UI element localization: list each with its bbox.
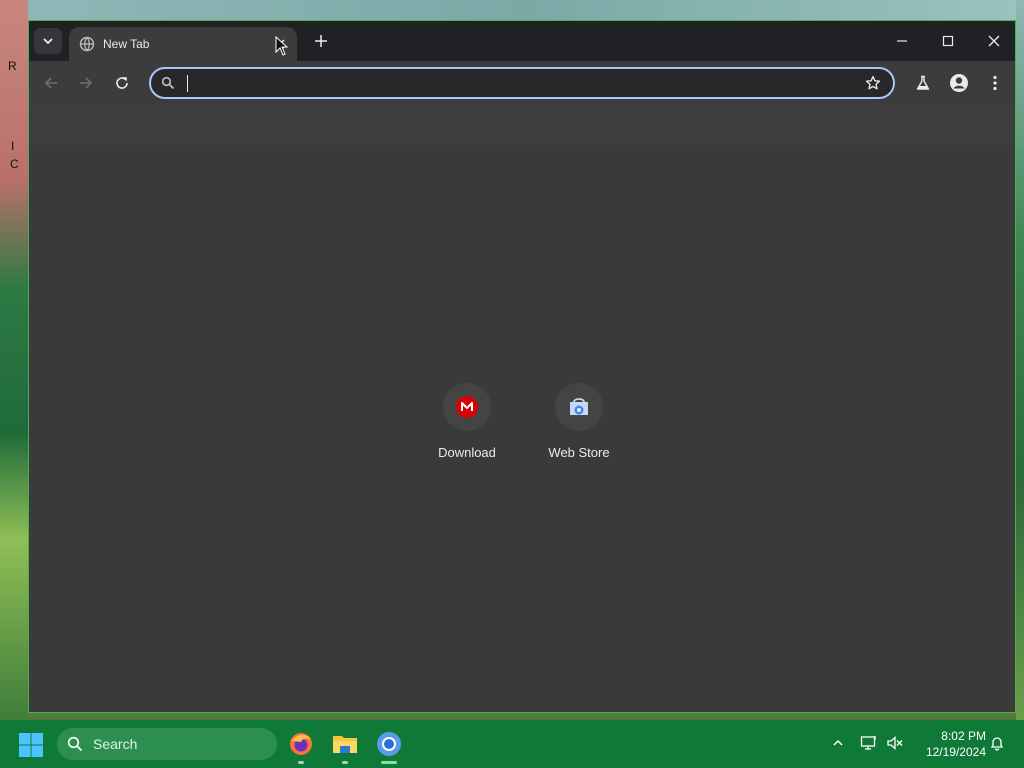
toolbar: [29, 61, 1015, 105]
desktop-partial-text: C: [10, 157, 19, 171]
windows-logo-icon: [19, 733, 43, 757]
chevron-up-icon: [833, 739, 843, 746]
maximize-button[interactable]: [925, 25, 971, 57]
volume-status[interactable]: [884, 732, 906, 754]
minimize-button[interactable]: [879, 25, 925, 57]
maximize-icon: [942, 35, 954, 47]
show-hidden-icons-button[interactable]: [827, 732, 849, 754]
back-button[interactable]: [37, 69, 65, 97]
tab-new-tab[interactable]: New Tab: [69, 27, 297, 61]
taskbar-search[interactable]: Search: [57, 728, 277, 760]
taskbar-app-chromium[interactable]: [373, 728, 405, 764]
profile-button[interactable]: [945, 69, 973, 97]
desktop-partial-text: I: [11, 139, 15, 153]
reload-icon: [116, 77, 128, 89]
desktop-wallpaper-left: [0, 0, 28, 720]
close-window-button[interactable]: [971, 25, 1017, 57]
address-bar[interactable]: [149, 67, 895, 99]
minimize-icon: [897, 40, 907, 42]
desktop-wallpaper-right: [1016, 0, 1024, 720]
taskbar-search-label: Search: [93, 736, 138, 752]
chrome-web-store-icon: [570, 398, 588, 415]
network-icon: [860, 736, 876, 750]
clock-time: 8:02 PM: [941, 729, 986, 743]
chromium-icon: [377, 732, 401, 756]
shortcut-web-store[interactable]: Web Store: [529, 383, 629, 460]
title-bar: New Tab: [29, 21, 1015, 61]
desktop-wallpaper-top: [28, 0, 1024, 22]
globe-icon: [79, 36, 95, 52]
content-header-band: [29, 105, 1015, 145]
arrow-right-icon: [80, 77, 93, 89]
taskbar-app-firefox[interactable]: [285, 728, 317, 764]
taskbar-app-file-explorer[interactable]: [329, 728, 361, 764]
taskbar-clock[interactable]: 8:02 PM 12/19/2024: [914, 728, 986, 760]
running-indicator: [342, 761, 348, 764]
address-input[interactable]: [185, 73, 829, 95]
active-indicator: [381, 761, 397, 764]
arrow-left-icon: [44, 77, 57, 89]
clock-date: 12/19/2024: [925, 745, 986, 759]
bell-icon: [990, 737, 1004, 751]
close-icon: [988, 35, 1000, 47]
shortcut-label: Download: [438, 445, 496, 460]
new-tab-button[interactable]: [309, 29, 333, 53]
flask-icon: [916, 75, 930, 90]
plus-icon: [315, 35, 327, 47]
notifications-button[interactable]: [986, 732, 1008, 754]
more-vert-icon: [993, 75, 997, 91]
browser-window: New Tab Download Web Store: [28, 20, 1016, 713]
tab-title: New Tab: [103, 37, 150, 51]
shortcut-download[interactable]: Download: [417, 383, 517, 460]
search-icon: [67, 736, 83, 752]
menu-button[interactable]: [981, 69, 1009, 97]
mouse-cursor-icon: [275, 36, 289, 56]
shortcut-icon-container: [555, 383, 603, 431]
running-indicator: [298, 761, 304, 764]
reload-button[interactable]: [108, 69, 136, 97]
new-tab-page: Download Web Store: [29, 105, 1015, 712]
labs-button[interactable]: [909, 69, 937, 97]
file-explorer-icon: [333, 736, 357, 753]
taskbar: Search 8:02 PM 12/19/2024: [0, 720, 1024, 768]
bookmark-star-icon[interactable]: [865, 75, 881, 91]
shortcut-label: Web Store: [548, 445, 610, 460]
firefox-icon: [290, 733, 312, 755]
volume-muted-icon: [887, 736, 903, 750]
tab-search-button[interactable]: [34, 28, 62, 54]
shortcut-icon-container: [443, 383, 491, 431]
text-caret: [187, 75, 188, 92]
chevron-down-icon: [43, 38, 53, 45]
start-button[interactable]: [18, 732, 44, 758]
desktop-partial-text: R: [8, 59, 17, 73]
network-status[interactable]: [858, 732, 880, 754]
forward-button[interactable]: [72, 69, 100, 97]
mega-icon: [456, 396, 478, 418]
search-icon: [161, 76, 175, 90]
profile-icon: [950, 74, 968, 92]
